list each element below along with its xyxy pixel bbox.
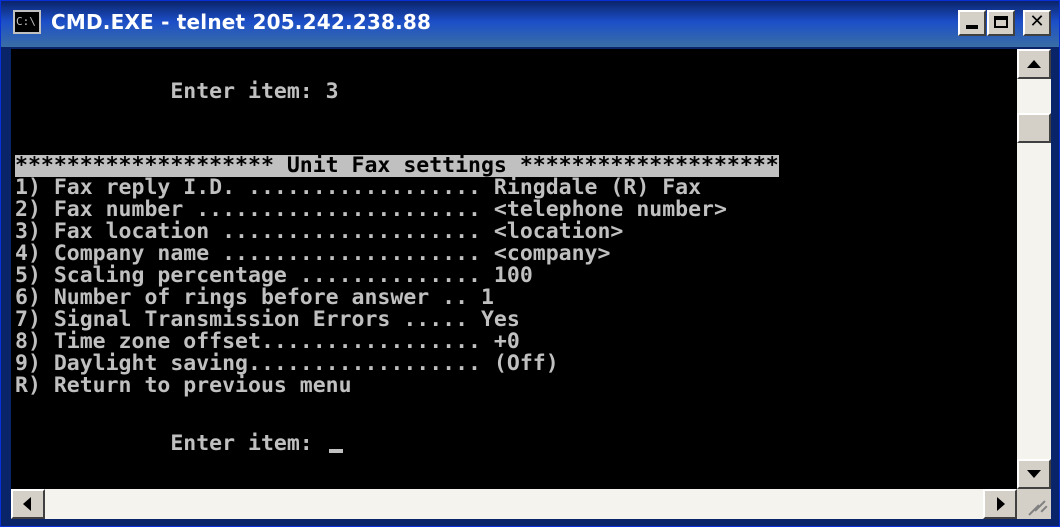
close-button[interactable]: ✕ <box>1023 10 1051 36</box>
minimize-icon <box>966 25 978 29</box>
console-area[interactable]: Enter item: 3 ******************** Unit … <box>11 49 1017 489</box>
arrow-up-icon <box>1027 60 1041 68</box>
prompt-text: Enter item: <box>15 431 326 456</box>
arrow-left-icon <box>23 497 31 511</box>
menu-item-8: 8) Time zone offset................. +0 <box>15 329 520 354</box>
minimize-button[interactable] <box>958 10 986 36</box>
menu-item-2: 2) Fax number ...................... <te… <box>15 197 727 222</box>
menu-header: ******************** Unit Fax settings *… <box>15 153 779 178</box>
telnet-window: C:\ CMD.EXE - telnet 205.242.238.88 ✕ En… <box>0 0 1060 527</box>
scroll-left-button[interactable] <box>11 489 45 519</box>
horizontal-scrollbar[interactable] <box>11 489 1017 519</box>
vertical-scroll-thumb[interactable] <box>1017 113 1051 143</box>
menu-item-7: 7) Signal Transmission Errors ..... Yes <box>15 307 520 332</box>
menu-item-3: 3) Fax location .................... <lo… <box>15 219 624 244</box>
text-cursor <box>328 449 343 453</box>
cmd-app-icon[interactable]: C:\ <box>13 10 41 34</box>
menu-item-return: R) Return to previous menu <box>15 373 352 398</box>
close-icon: ✕ <box>1029 11 1045 32</box>
scroll-up-button[interactable] <box>1017 49 1051 79</box>
prompt-line-2[interactable]: Enter item: <box>15 433 343 455</box>
arrow-right-icon <box>997 497 1005 511</box>
menu-item-6: 6) Number of rings before answer .. 1 <box>15 285 494 310</box>
menu-item-4: 4) Company name .................... <co… <box>15 241 611 266</box>
window-title: CMD.EXE - telnet 205.242.238.88 <box>51 10 432 34</box>
title-bar[interactable]: C:\ CMD.EXE - telnet 205.242.238.88 ✕ <box>1 1 1059 47</box>
menu-item-5: 5) Scaling percentage .............. 100 <box>15 263 533 288</box>
prompt-line-1: Enter item: 3 <box>15 79 339 104</box>
menu-item-1: 1) Fax reply I.D. .................. Rin… <box>15 175 702 200</box>
resize-grip-icon[interactable] <box>1017 489 1051 519</box>
scroll-down-button[interactable] <box>1017 459 1051 489</box>
menu-item-9: 9) Daylight saving.................. (Of… <box>15 351 559 376</box>
arrow-down-icon <box>1027 470 1041 478</box>
maximize-icon <box>994 16 1008 28</box>
vertical-scrollbar[interactable] <box>1017 49 1051 489</box>
scroll-right-button[interactable] <box>983 489 1017 519</box>
maximize-button[interactable] <box>987 10 1015 36</box>
